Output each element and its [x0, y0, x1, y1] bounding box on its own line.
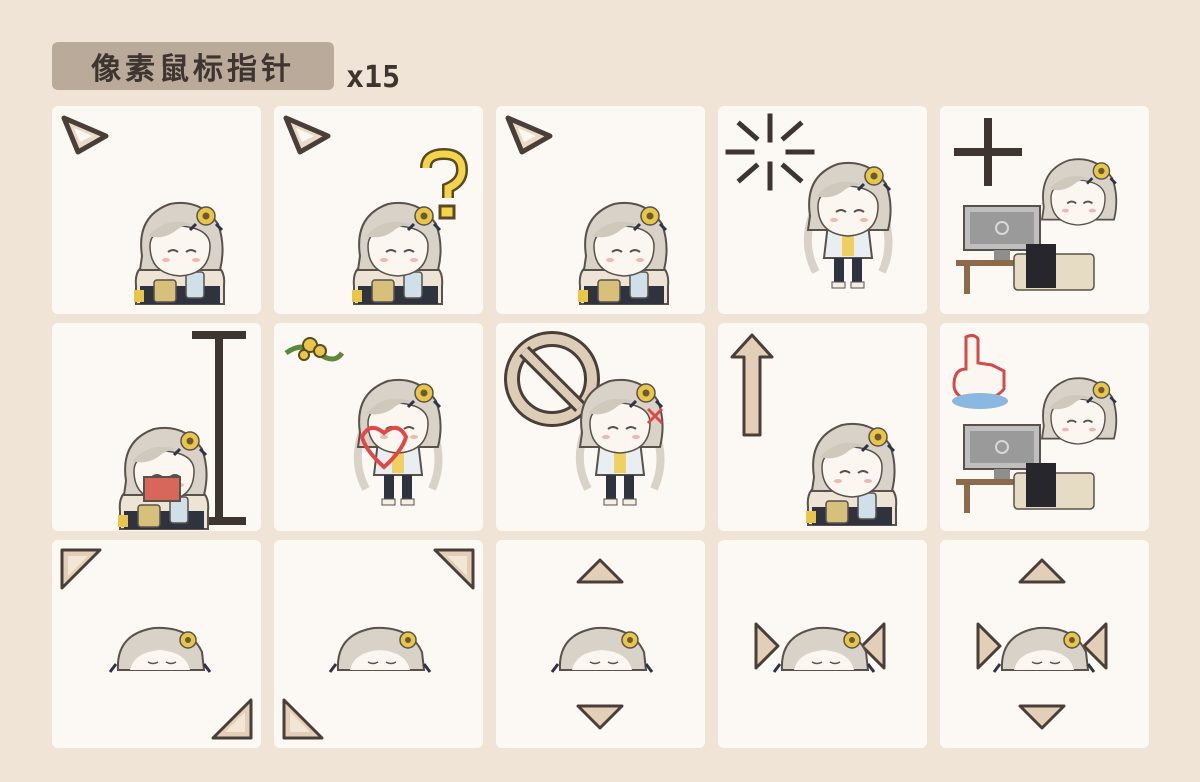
- character-sleeping: [992, 626, 1096, 674]
- tile-handwriting[interactable]: [274, 323, 483, 531]
- character-drinking: [352, 203, 442, 304]
- cursor-count: x15: [346, 60, 401, 95]
- tile-precision-select[interactable]: [940, 106, 1149, 314]
- character-sleeping: [108, 626, 212, 674]
- hand-pointer-icon: [952, 333, 1008, 409]
- question-mark-icon: [420, 147, 469, 220]
- character-waving: [808, 163, 891, 288]
- arrow-icon: [286, 118, 328, 152]
- arrow-icon: [508, 118, 550, 152]
- no-symbol-icon: [504, 331, 600, 427]
- tile-text-select[interactable]: [52, 323, 261, 531]
- tile-link-select[interactable]: [940, 323, 1149, 531]
- tile-vertical-resize[interactable]: [496, 540, 705, 748]
- tile-busy[interactable]: [718, 106, 927, 314]
- tile-unavailable[interactable]: [496, 323, 705, 531]
- flower-icon: [284, 337, 345, 362]
- character-surprised: [578, 203, 668, 304]
- pack-title: 像素鼠标指针: [52, 42, 334, 90]
- loading-burst-icon: [725, 113, 815, 191]
- tile-horizontal-resize[interactable]: [718, 540, 927, 748]
- crosshair-icon: [954, 118, 1022, 186]
- cursor-grid: [52, 106, 1149, 748]
- character-drinking: [134, 203, 224, 304]
- character-sleeping: [772, 626, 876, 674]
- tile-diagonal-resize-2[interactable]: [274, 540, 483, 748]
- tile-normal-select[interactable]: [52, 106, 261, 314]
- tile-working-in-background[interactable]: [496, 106, 705, 314]
- character-computer: [1040, 157, 1118, 227]
- tile-move[interactable]: [940, 540, 1149, 748]
- character-crying: [806, 424, 896, 525]
- arrow-icon: [64, 118, 106, 152]
- tile-help-select[interactable]: [274, 106, 483, 314]
- character-heart: [358, 380, 441, 505]
- tile-diagonal-resize-1[interactable]: [52, 540, 261, 748]
- character-sleeping: [550, 626, 654, 674]
- up-arrow-icon: [730, 333, 774, 437]
- character-computer: [1040, 376, 1118, 446]
- character-angry: [580, 380, 663, 505]
- character-sleeping: [328, 626, 432, 674]
- book-icon: [143, 476, 181, 502]
- tile-alternate-select[interactable]: [718, 323, 927, 531]
